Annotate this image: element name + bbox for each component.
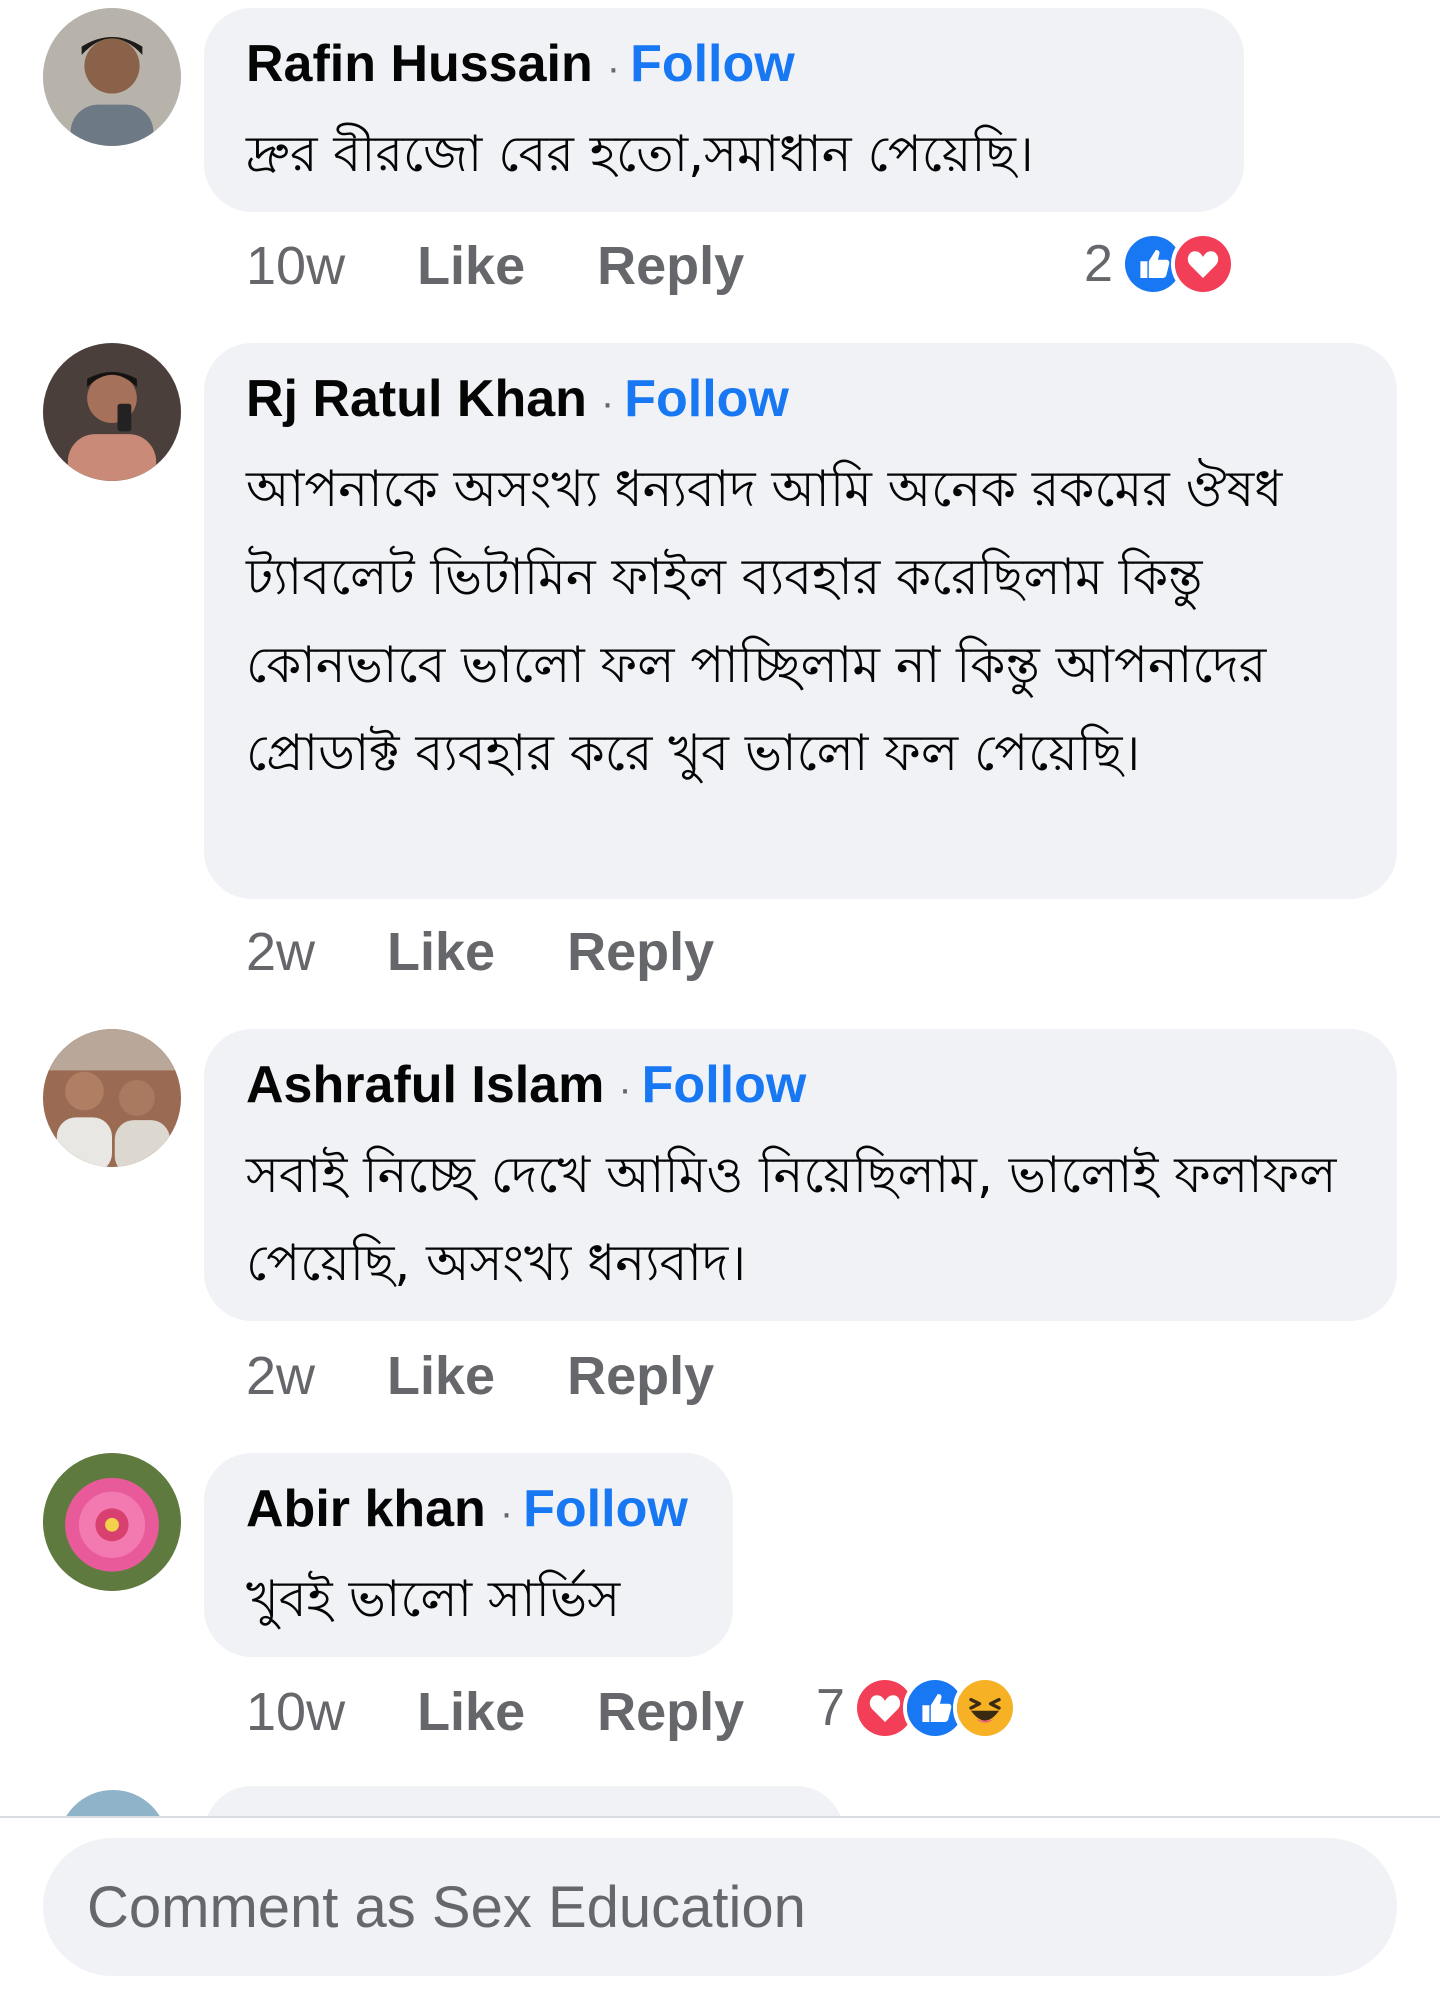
- avatar[interactable]: [43, 343, 181, 481]
- haha-icon: [952, 1676, 1017, 1740]
- comment-bubble: Rafin Hussain · Follow দ্রুর বীরজো বের হ…: [204, 8, 1244, 212]
- reply-button[interactable]: Reply: [567, 921, 714, 983]
- separator-dot: ·: [600, 381, 615, 425]
- separator-dot: ·: [606, 46, 621, 90]
- comment-author[interactable]: Abir khan: [246, 1479, 486, 1539]
- reaction-summary[interactable]: 2: [1084, 224, 1235, 304]
- comment-text: খুবই ভালো সার্ভিস: [246, 1570, 621, 1628]
- follow-button[interactable]: Follow: [624, 369, 789, 429]
- comment-bubble: Rj Ratul Khan · Follow আপনাকে অসংখ্য ধন্…: [204, 343, 1397, 899]
- follow-button[interactable]: Follow: [523, 1479, 688, 1539]
- reply-button[interactable]: Reply: [597, 235, 744, 297]
- comment-bubble: Ashraful Islam · Follow সবাই নিচ্ছে দেখে…: [204, 1029, 1397, 1321]
- comment-timestamp[interactable]: 10w: [246, 235, 345, 297]
- follow-button[interactable]: Follow: [630, 34, 795, 94]
- comment-timestamp[interactable]: 10w: [246, 1681, 345, 1743]
- comment-text: আপনাকে অসংখ্য ধন্যবাদ আমি অনেক রকমের ঔষধ…: [246, 460, 1283, 782]
- love-icon: [1170, 232, 1235, 296]
- like-button[interactable]: Like: [387, 1345, 495, 1407]
- avatar[interactable]: [43, 1453, 181, 1591]
- comment-author[interactable]: Ashraful Islam: [246, 1055, 604, 1115]
- comment-text: সবাই নিচ্ছে দেখে আমিও নিয়েছিলাম, ভালোই …: [246, 1146, 1337, 1292]
- comment-author[interactable]: Rj Ratul Khan: [246, 369, 587, 429]
- reaction-count: 7: [816, 1679, 845, 1737]
- divider: [0, 1816, 1440, 1818]
- separator-dot: ·: [499, 1491, 514, 1535]
- comment-timestamp[interactable]: 2w: [246, 921, 315, 983]
- like-button[interactable]: Like: [387, 921, 495, 983]
- reply-button[interactable]: Reply: [567, 1345, 714, 1407]
- comment-bubble: Abir khan · Follow খুবই ভালো সার্ভিস: [204, 1453, 733, 1657]
- follow-button[interactable]: Follow: [642, 1055, 807, 1115]
- reply-button[interactable]: Reply: [597, 1681, 744, 1743]
- reaction-count: 2: [1084, 235, 1113, 293]
- comment-composer[interactable]: [43, 1838, 1397, 1976]
- comment-timestamp[interactable]: 2w: [246, 1345, 315, 1407]
- avatar[interactable]: [43, 1029, 181, 1167]
- like-button[interactable]: Like: [417, 235, 525, 297]
- reaction-summary[interactable]: 7: [816, 1668, 1017, 1748]
- like-button[interactable]: Like: [417, 1681, 525, 1743]
- comment-author[interactable]: Rafin Hussain: [246, 34, 593, 94]
- comment-input[interactable]: [85, 1872, 1397, 1942]
- avatar[interactable]: [43, 8, 181, 146]
- separator-dot: ·: [618, 1067, 632, 1111]
- comment-text: দ্রুর বীরজো বের হতো,সমাধান পেয়েছি।: [246, 125, 1034, 183]
